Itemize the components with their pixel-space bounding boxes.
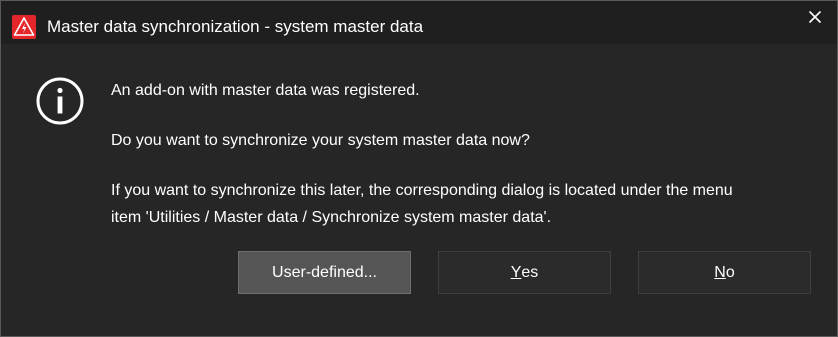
- user-defined-button[interactable]: User-defined...: [238, 251, 411, 294]
- message-line-later-info: If you want to synchronize this later, t…: [111, 177, 733, 231]
- message-line-question: Do you want to synchronize your system m…: [111, 132, 530, 149]
- user-defined-button-label: User-defined...: [272, 263, 377, 281]
- close-button[interactable]: [793, 1, 837, 33]
- message-line-later-info-1: If you want to synchronize this later, t…: [111, 182, 733, 199]
- title-bar[interactable]: Master data synchronization - system mas…: [1, 1, 837, 44]
- yes-button-mnemonic: Y: [510, 263, 522, 281]
- no-button-label: o: [725, 263, 735, 281]
- dialog-window: Master data synchronization - system mas…: [0, 0, 838, 337]
- no-button[interactable]: No: [638, 251, 811, 294]
- window-title: Master data synchronization - system mas…: [47, 17, 424, 36]
- warning-triangle-icon: [12, 15, 36, 39]
- message-line-later-info-2: item 'Utilities / Master data / Synchron…: [111, 209, 552, 226]
- close-icon: [809, 11, 821, 23]
- message-line-registered: An add-on with master data was registere…: [111, 82, 420, 99]
- no-button-mnemonic: N: [714, 263, 726, 281]
- yes-button-label: es: [521, 263, 539, 281]
- yes-button[interactable]: Yes: [438, 251, 611, 294]
- info-icon: [36, 77, 84, 125]
